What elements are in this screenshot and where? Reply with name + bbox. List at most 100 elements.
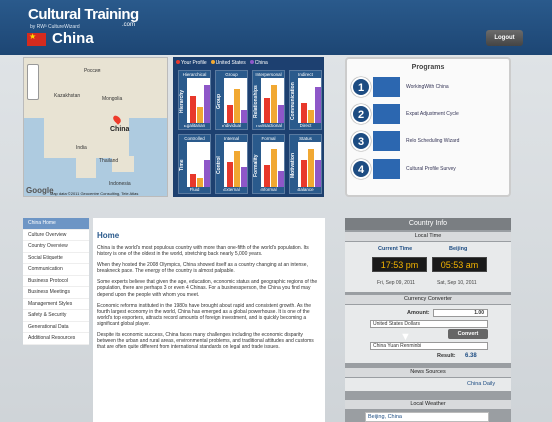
dimension-top-label: Interpersonal (253, 71, 284, 78)
dimension-side-label: Motivation (290, 142, 298, 189)
dimension-cell[interactable]: Status Balance Motivation (289, 134, 322, 194)
paragraph: Economic reforms instituted in the 1980s… (97, 302, 312, 327)
dimension-bar (264, 98, 270, 123)
dimension-bar (315, 87, 321, 123)
dimension-bar (271, 84, 277, 123)
map-label-thailand: Thailand (99, 158, 119, 164)
amount-label: Amount: (407, 310, 430, 316)
dimension-top-label: Internal (216, 135, 247, 142)
convert-button[interactable]: Convert (448, 329, 488, 339)
news-link[interactable]: China Daily (467, 381, 495, 387)
beijing-label: Beijing (449, 246, 468, 252)
paragraph: China is the world's most populous count… (97, 245, 309, 258)
dimension-cell[interactable]: Internal External Control (215, 134, 248, 194)
program-number: 4 (351, 159, 371, 179)
programs-panel: Programs 1 WorkingWith China 2 Expat Adj… (345, 57, 511, 197)
map-zoom-control[interactable] (27, 64, 39, 100)
current-time-clock: 17:53 pm (372, 257, 427, 272)
program-working-with[interactable]: 1 WorkingWith China (351, 77, 506, 101)
current-date: Fri, Sep 09, 2011 (377, 280, 415, 286)
dimension-bar (227, 105, 233, 123)
program-label[interactable]: WorkingWith China (406, 84, 449, 90)
map-label-russia: Россия (84, 68, 101, 74)
dimension-top-label: Group (216, 71, 247, 78)
dimension-bar (278, 171, 284, 187)
legend-profile: Your Profile (181, 60, 207, 66)
nav-item-business-meetings[interactable]: Business Meetings (23, 287, 89, 299)
amount-input[interactable]: 1.00 (433, 309, 488, 317)
dimension-bar (278, 105, 284, 123)
dimension-bar (241, 166, 247, 187)
nav-item-country-overview[interactable]: Country Overview (23, 241, 89, 253)
wizard-icon (373, 131, 400, 151)
program-relo-scheduling[interactable]: 3 Relo Scheduling Wizard (351, 131, 506, 155)
dimension-side-label: Communication (290, 78, 298, 125)
logout-button[interactable]: Logout (486, 30, 523, 46)
dimension-cell[interactable]: Group Individual Group (215, 70, 248, 130)
result-value: 6.38 (465, 353, 477, 359)
program-label[interactable]: Expat Adjustment Cycle (406, 111, 459, 117)
dimension-cell[interactable]: Indirect Direct Communication (289, 70, 322, 130)
beijing-time-clock: 05:53 am (432, 257, 487, 272)
dimension-side-label: Hierarchy (179, 78, 187, 125)
nav-item-safety-security[interactable]: Safety & Security (23, 310, 89, 322)
dimension-top-label: Hierarchical (179, 71, 210, 78)
program-profile-survey[interactable]: 4 Cultural Profile Survey (351, 159, 506, 183)
nav-item-additional-resources[interactable]: Additional Resources (23, 333, 89, 345)
side-navigation: China Home Culture Overview Country Over… (23, 218, 89, 345)
nav-item-culture-overview[interactable]: Culture Overview (23, 230, 89, 241)
dimension-side-label: Relationships (253, 78, 261, 125)
dimension-cell[interactable]: Formal Informal Formality (252, 134, 285, 194)
dimension-bar (308, 148, 314, 187)
dimension-side-label: Group (216, 78, 224, 125)
dimension-cell[interactable]: Hierarchical Egalitarian Hierarchy (178, 70, 211, 130)
dimension-bar (234, 151, 240, 187)
map-label-india: India (76, 145, 87, 151)
country-info-panel: Country Info Local Time Current Time Bei… (345, 218, 511, 422)
nav-item-business-protocol[interactable]: Business Protocol (23, 276, 89, 287)
to-currency-select[interactable]: China Yuan Renminbi (370, 342, 488, 350)
program-number: 2 (351, 104, 371, 124)
map-label-china: China (110, 126, 130, 133)
dimension-cell[interactable]: Controlled Fluid Time (178, 134, 211, 194)
nav-item-management-styles[interactable]: Management Styles (23, 299, 89, 310)
people-icon (373, 77, 400, 97)
converter-panel: Amount: 1.00 United States Dollars Conve… (345, 305, 511, 363)
nav-item-generational-data[interactable]: Generational Data (23, 322, 89, 333)
program-expat-adjustment[interactable]: 2 Expat Adjustment Cycle (351, 104, 506, 128)
paragraph: When they hosted the 2008 Olympics, Chin… (97, 262, 308, 275)
local-time-header: Local Time (345, 232, 511, 241)
us-dot-icon (210, 60, 215, 64)
programs-title: Programs (411, 64, 445, 71)
survey-icon (373, 159, 400, 179)
nav-item-china-home[interactable]: China Home (23, 218, 89, 230)
dimension-bar (197, 178, 203, 187)
main-content: Home China is the world's most populous … (93, 218, 325, 422)
country-map[interactable]: Россия Kazakhstan Mongolia China India T… (23, 57, 168, 197)
dimension-bar (190, 173, 196, 187)
news-panel: China Daily (345, 378, 511, 391)
from-currency-select[interactable]: United States Dollars (370, 320, 488, 328)
program-label[interactable]: Cultural Profile Survey (406, 166, 456, 172)
program-label[interactable]: Relo Scheduling Wizard (406, 138, 459, 144)
dimension-cell[interactable]: Interpersonal Transactional Relationships (252, 70, 285, 130)
dimension-bar (301, 160, 307, 187)
map-label-indonesia: Indonesia (109, 181, 131, 187)
dimension-bar (308, 109, 314, 123)
china-flag-icon: ★ (27, 32, 46, 46)
dimension-side-label: Control (216, 142, 224, 189)
dimension-top-label: Status (290, 135, 321, 142)
map-credit: Map data ©2011 Geocentre Consulting, Tel… (50, 191, 139, 196)
legend-china: China (254, 60, 268, 66)
map-label-mongolia: Mongolia (102, 96, 123, 102)
paragraph: Despite its economic success, China face… (97, 332, 314, 351)
nav-item-social-etiquette[interactable]: Social Etiquette (23, 253, 89, 264)
nav-item-communication[interactable]: Communication (23, 264, 89, 276)
site-logo[interactable]: Cultural Training (28, 6, 139, 23)
cultural-dimensions-grid: Your Profile United States China Hierarc… (173, 57, 324, 197)
dimension-bar (204, 84, 210, 123)
dimension-bar (190, 96, 196, 123)
dimension-bar (264, 164, 270, 187)
program-number: 1 (351, 77, 371, 97)
header-bar: Cultural Training .com by RW³ CultureWiz… (0, 0, 552, 55)
